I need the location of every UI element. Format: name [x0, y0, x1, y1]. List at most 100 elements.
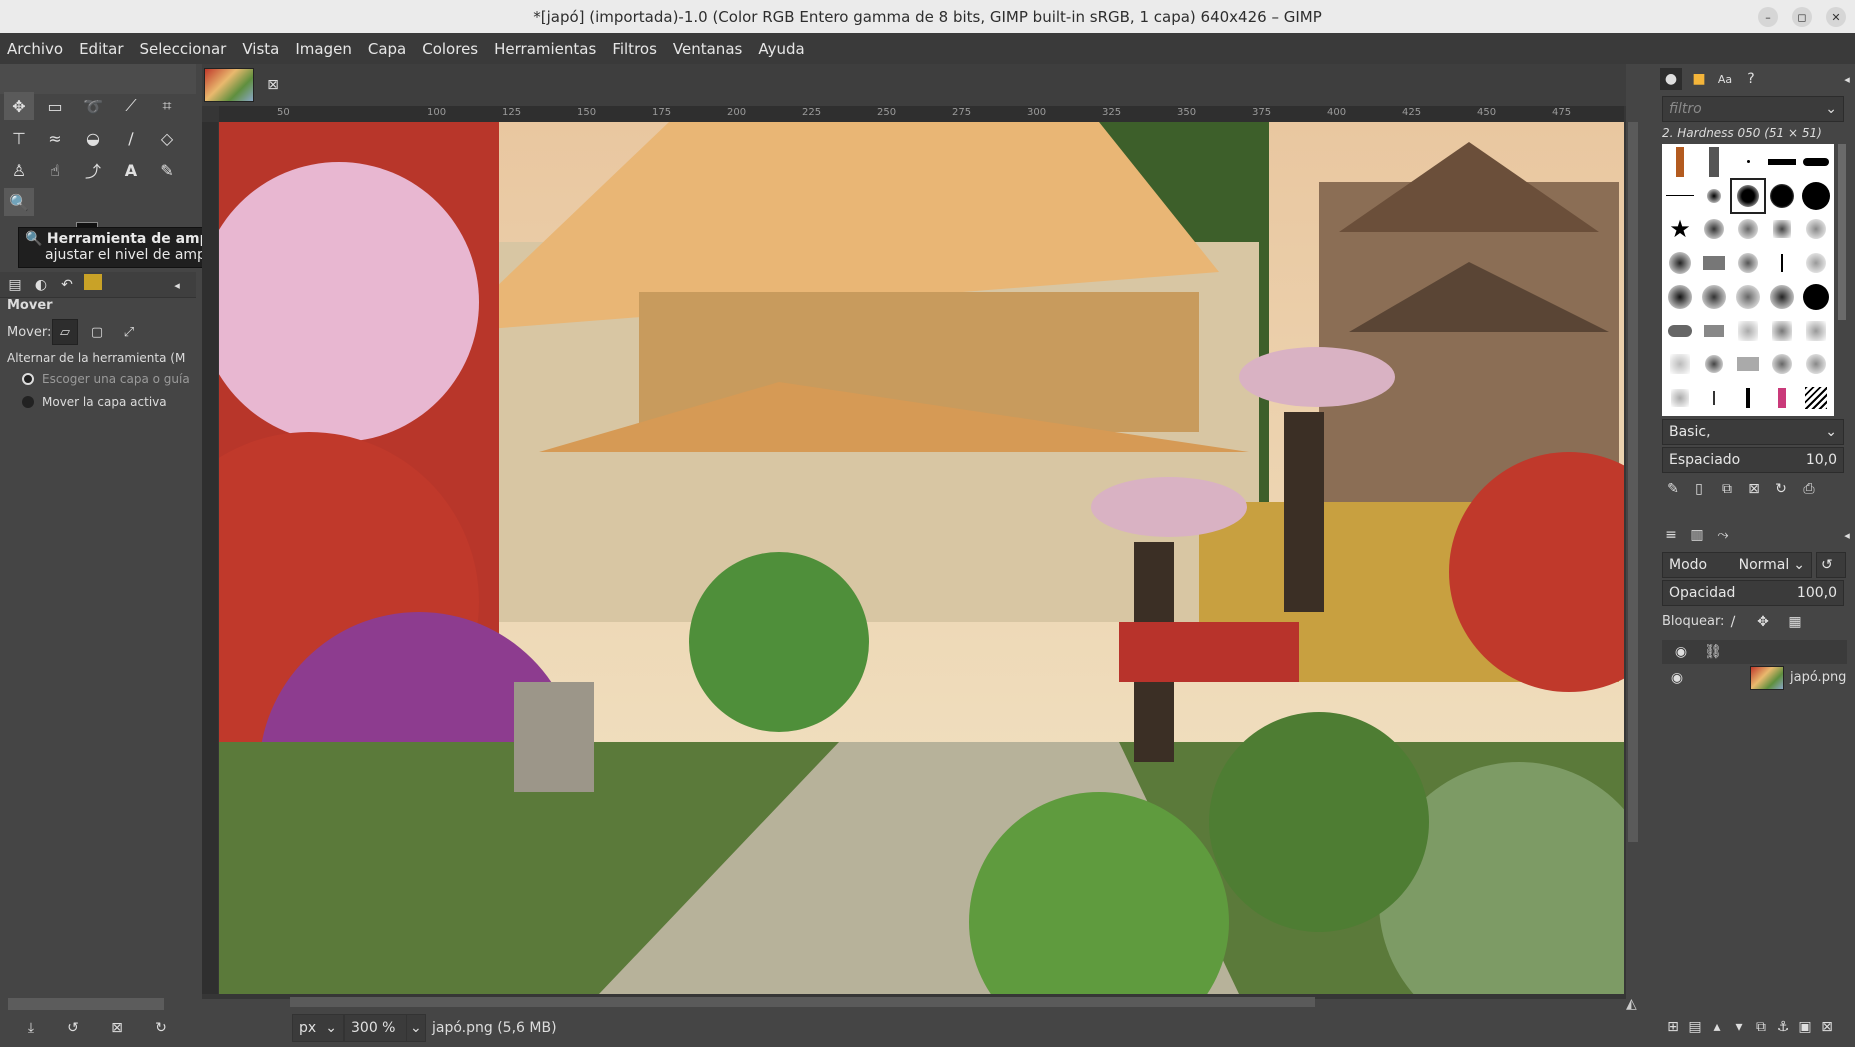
new-layer-icon[interactable]: ▤	[1684, 1016, 1706, 1038]
menu-filtros[interactable]: Filtros	[605, 40, 666, 58]
brush-cell[interactable]	[1732, 382, 1764, 414]
delete-options-icon[interactable]: ⊠	[106, 1017, 128, 1039]
menu-herramientas[interactable]: Herramientas	[487, 40, 605, 58]
zoom-tool-icon[interactable]: 🔍	[4, 188, 34, 216]
menu-vista[interactable]: Vista	[235, 40, 288, 58]
brush-cell-selected[interactable]	[1730, 177, 1766, 214]
lower-layer-icon[interactable]: ▾	[1728, 1016, 1750, 1038]
radio-move-active[interactable]	[22, 396, 34, 408]
brush-cell[interactable]	[1732, 281, 1764, 313]
layers-tab-icon[interactable]: ≡	[1660, 524, 1682, 546]
brush-cell[interactable]	[1766, 146, 1798, 178]
brush-cell[interactable]	[1664, 281, 1696, 313]
lock-pixels-icon[interactable]: ∕	[1722, 611, 1744, 633]
spacing-field[interactable]: Espaciado 10,0	[1662, 447, 1844, 473]
text-tool-icon[interactable]: A	[116, 156, 146, 184]
undo-history-tab-icon[interactable]: ↶	[56, 274, 78, 296]
brush-cell[interactable]	[1766, 213, 1798, 246]
brush-scrollbar[interactable]	[1838, 144, 1846, 320]
menu-capa[interactable]: Capa	[361, 40, 415, 58]
brush-cell[interactable]	[1800, 314, 1832, 347]
brush-cell[interactable]	[1800, 213, 1832, 246]
device-status-tab-icon[interactable]: ◐	[30, 274, 52, 296]
open-as-image-icon[interactable]: ⎙	[1798, 478, 1820, 500]
duplicate-brush-icon[interactable]: ⧉	[1716, 478, 1738, 500]
brush-cell[interactable]	[1766, 247, 1798, 279]
brush-cell[interactable]	[1664, 179, 1696, 212]
images-tab-icon[interactable]	[84, 274, 102, 290]
duplicate-layer-icon[interactable]: ⧉	[1750, 1016, 1772, 1038]
move-selection-button[interactable]: ▢	[84, 319, 110, 345]
align-tool-icon[interactable]: ⊤	[4, 124, 34, 152]
brush-cell[interactable]	[1766, 382, 1798, 414]
menu-ventanas[interactable]: Ventanas	[666, 40, 751, 58]
brush-cell[interactable]	[1800, 382, 1832, 414]
lasso-tool-icon[interactable]: ➰	[78, 92, 108, 120]
smudge-tool-icon[interactable]: ☝	[40, 156, 70, 184]
anchor-layer-icon[interactable]: ⚓	[1772, 1016, 1794, 1038]
new-layer-group-icon[interactable]: ⊞	[1662, 1016, 1684, 1038]
paths-tab-icon[interactable]: ⤳	[1712, 524, 1734, 546]
vertical-ruler[interactable]	[202, 122, 218, 994]
canvas-image[interactable]	[219, 122, 1624, 994]
brush-cell[interactable]	[1698, 179, 1730, 212]
brush-cell[interactable]	[1800, 179, 1832, 212]
fonts-tab-icon[interactable]: Aa	[1714, 68, 1736, 90]
opacity-field[interactable]: Opacidad 100,0	[1662, 580, 1844, 606]
close-image-tab-icon[interactable]: ⊠	[262, 74, 284, 96]
menu-archivo[interactable]: Archivo	[0, 40, 72, 58]
crop-tool-icon[interactable]: ⌗	[152, 92, 182, 120]
brush-cell[interactable]	[1800, 146, 1832, 178]
zoom-selector[interactable]: 300 %	[344, 1014, 406, 1042]
help-tab-icon[interactable]: ?	[1740, 68, 1762, 90]
menu-editar[interactable]: Editar	[72, 40, 132, 58]
brush-cell[interactable]	[1698, 382, 1730, 414]
clone-tool-icon[interactable]: ♙	[4, 156, 34, 184]
layer-mode-selector[interactable]: Modo Normal ⌄	[1662, 552, 1812, 578]
brushes-tab-icon[interactable]: ●	[1660, 68, 1682, 90]
brush-cell[interactable]	[1800, 348, 1832, 381]
color-picker-tool-icon[interactable]: ✎	[152, 156, 182, 184]
image-tab-thumbnail[interactable]	[204, 68, 254, 102]
layer-row[interactable]: ◉ japó.png	[1662, 664, 1847, 692]
delete-layer-icon[interactable]: ⊠	[1816, 1016, 1838, 1038]
channels-tab-icon[interactable]: ▥	[1686, 524, 1708, 546]
brush-cell[interactable]	[1732, 348, 1764, 381]
brush-preset-selector[interactable]: Basic, ⌄	[1662, 419, 1844, 445]
refresh-brushes-icon[interactable]: ↻	[1770, 478, 1792, 500]
paintbrush-tool-icon[interactable]: ∕	[116, 124, 146, 152]
move-tool-icon[interactable]: ✥	[4, 92, 34, 120]
radio-pick-layer[interactable]	[22, 373, 34, 385]
configure-tab-icon[interactable]: ◂	[1836, 68, 1855, 90]
brush-cell[interactable]	[1664, 146, 1696, 178]
zoom-dropdown-button[interactable]: ⌄	[406, 1014, 426, 1042]
options-scrollbar[interactable]	[8, 998, 164, 1010]
mode-reset-button[interactable]: ↺	[1816, 552, 1846, 578]
brush-cell[interactable]	[1698, 281, 1730, 313]
menu-imagen[interactable]: Imagen	[288, 40, 360, 58]
bucket-fill-tool-icon[interactable]: ◒	[78, 124, 108, 152]
brush-grid[interactable]: ★	[1662, 144, 1834, 416]
layer-name[interactable]: japó.png	[1790, 670, 1846, 685]
brush-cell[interactable]	[1766, 348, 1798, 381]
menu-ayuda[interactable]: Ayuda	[751, 40, 813, 58]
move-layer-button[interactable]: ▱	[52, 319, 78, 345]
unit-selector[interactable]: px ⌄	[292, 1014, 344, 1042]
configure-tab-icon[interactable]: ◂	[1836, 524, 1855, 546]
brush-cell[interactable]	[1766, 281, 1798, 313]
warp-tool-icon[interactable]: ≈	[40, 124, 70, 152]
eraser-tool-icon[interactable]: ◇	[152, 124, 182, 152]
vertical-scrollbar[interactable]	[1628, 122, 1638, 842]
brush-cell[interactable]	[1698, 314, 1730, 347]
brush-cell[interactable]	[1732, 314, 1764, 347]
close-button[interactable]: ✕	[1826, 7, 1846, 27]
brush-cell[interactable]	[1732, 146, 1764, 178]
layer-visibility-icon[interactable]: ◉	[1666, 667, 1688, 689]
brush-cell[interactable]	[1664, 247, 1696, 279]
brush-cell[interactable]	[1732, 213, 1764, 246]
brush-cell[interactable]	[1698, 348, 1730, 381]
move-path-button[interactable]: ⤢	[116, 319, 142, 345]
menu-seleccionar[interactable]: Seleccionar	[133, 40, 236, 58]
fuzzy-select-tool-icon[interactable]: ⟋	[116, 92, 146, 120]
menu-colores[interactable]: Colores	[415, 40, 487, 58]
